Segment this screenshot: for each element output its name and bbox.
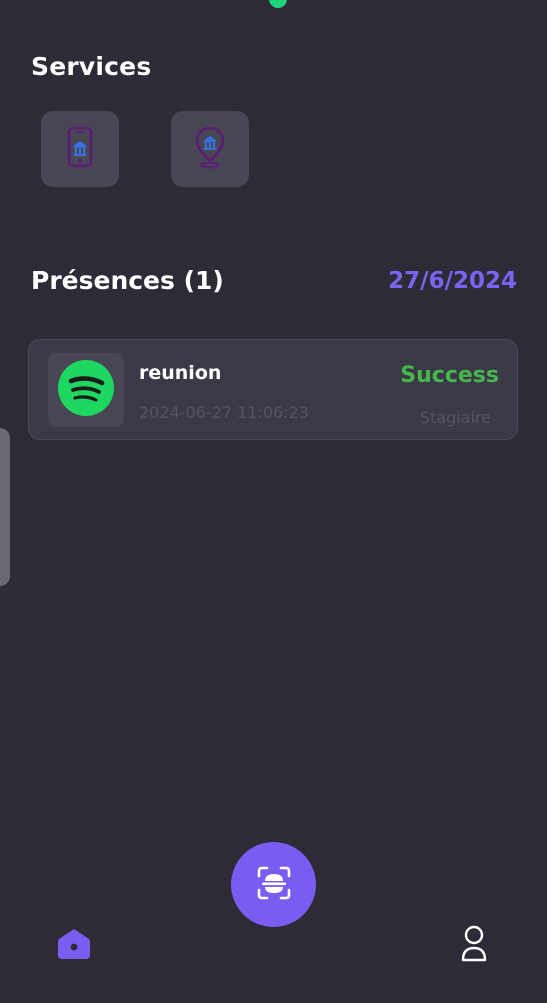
- profile-icon: [459, 924, 489, 968]
- service-bank-location-button[interactable]: [171, 111, 249, 187]
- face-scan-button[interactable]: [231, 842, 316, 927]
- presence-timestamp: 2024-06-27 11:06:23: [139, 403, 309, 422]
- spotify-logo-icon: [57, 359, 115, 421]
- presences-date: 27/6/2024: [388, 268, 517, 294]
- presence-logo: [48, 353, 124, 427]
- bank-location-pin-icon: [193, 125, 227, 173]
- nav-home-button[interactable]: [55, 927, 93, 965]
- services-title: Services: [31, 52, 152, 81]
- presence-role: Stagiaire: [419, 408, 491, 427]
- presence-name: reunion: [139, 362, 222, 384]
- service-mobile-bank-button[interactable]: [41, 111, 119, 187]
- status-indicator-dot: [269, 0, 287, 8]
- face-scan-icon: [256, 865, 292, 905]
- presence-status: Success: [400, 363, 499, 388]
- presence-card[interactable]: reunion 2024-06-27 11:06:23 Success Stag…: [28, 339, 518, 440]
- mobile-bank-icon: [65, 126, 95, 172]
- presences-title: Présences (1): [31, 266, 224, 295]
- nav-profile-button[interactable]: [455, 924, 493, 968]
- home-icon: [56, 927, 92, 965]
- side-drawer-handle[interactable]: [0, 428, 10, 586]
